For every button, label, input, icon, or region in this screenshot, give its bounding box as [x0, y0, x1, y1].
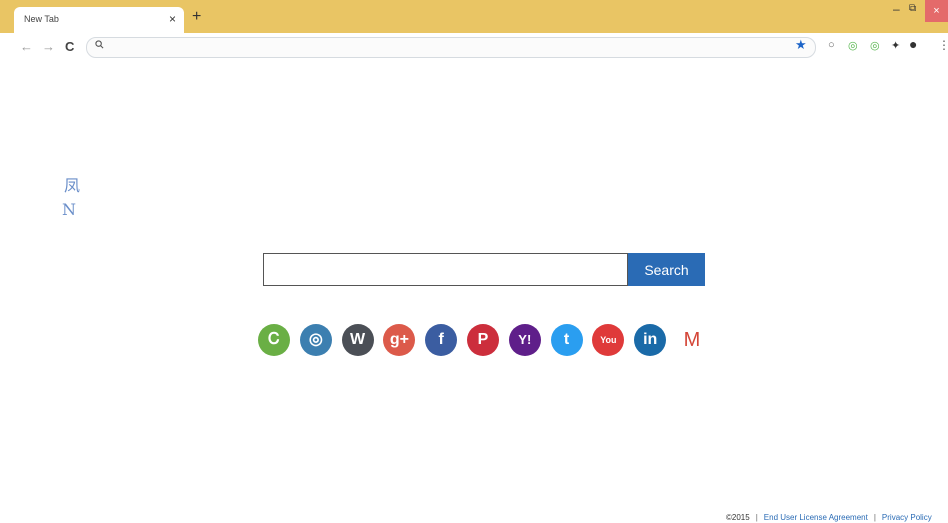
- stray-mark: 凤: [64, 176, 81, 195]
- forward-button[interactable]: →: [42, 39, 55, 54]
- extension-icon[interactable]: ✦: [891, 39, 900, 52]
- search-button[interactable]: Search: [628, 253, 705, 286]
- copyright-text: ©2015: [726, 513, 750, 522]
- footer-separator: |: [755, 513, 758, 522]
- star-icon[interactable]: ★: [795, 37, 807, 53]
- minimize-button[interactable]: –: [893, 2, 900, 16]
- twitter-icon[interactable]: t: [550, 324, 583, 356]
- eula-link[interactable]: End User License Agreement: [764, 513, 868, 522]
- green-extension-icon[interactable]: ◎: [848, 39, 858, 52]
- search-input[interactable]: [263, 253, 628, 286]
- yahoo-icon[interactable]: Y!: [508, 324, 541, 356]
- footer-separator: |: [873, 513, 876, 522]
- instagram-icon[interactable]: ◎: [299, 324, 332, 356]
- maximize-button[interactable]: ⧉: [909, 3, 916, 14]
- facebook-icon[interactable]: f: [425, 324, 458, 356]
- address-bar[interactable]: [86, 37, 816, 58]
- profile-icon[interactable]: ●: [909, 36, 917, 52]
- footer: ©2015 | End User License Agreement | Privacy…: [726, 513, 932, 522]
- back-button[interactable]: ←: [20, 39, 33, 54]
- browser-toolbar: ← → C ★ ○ ◎ ◎ ✦ ● ⋮: [0, 33, 948, 61]
- linkedin-icon[interactable]: in: [634, 324, 667, 356]
- gmail-icon[interactable]: M: [676, 324, 708, 356]
- close-window-button[interactable]: ×: [925, 0, 948, 22]
- tab-strip: New Tab × + – ⧉ ×: [0, 0, 948, 33]
- pinterest-icon[interactable]: P: [467, 324, 499, 356]
- stray-mark: N: [62, 200, 76, 219]
- privacy-link[interactable]: Privacy Policy: [882, 513, 932, 522]
- green-extension-icon-2[interactable]: ◎: [870, 39, 880, 52]
- reload-button[interactable]: C: [65, 39, 74, 54]
- custom-site-icon[interactable]: Ꮯ: [258, 324, 290, 356]
- new-tab-button[interactable]: +: [192, 8, 201, 26]
- tab-new-tab[interactable]: New Tab ×: [14, 7, 184, 33]
- tab-title: New Tab: [24, 14, 59, 24]
- menu-icon[interactable]: ⋮: [938, 38, 948, 52]
- wikipedia-icon[interactable]: W: [341, 324, 374, 356]
- youtube-icon[interactable]: You: [592, 324, 625, 356]
- circle-extension-icon[interactable]: ○: [828, 39, 835, 51]
- search-icon: [95, 40, 104, 52]
- google-plus-icon[interactable]: g+: [383, 324, 416, 356]
- tab-close-icon[interactable]: ×: [169, 12, 176, 26]
